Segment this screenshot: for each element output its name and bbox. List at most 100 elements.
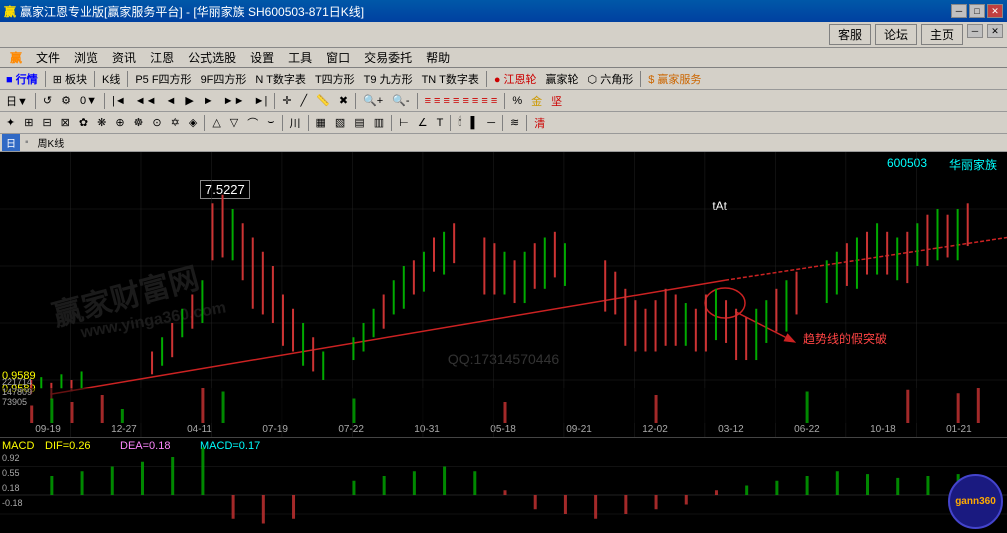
tb-shape3[interactable]: ⌒: [243, 113, 262, 133]
tb-p5f4[interactable]: P5 F四方形: [131, 69, 195, 89]
tb-board[interactable]: ⊞ 板块: [49, 69, 91, 89]
tb-grid1[interactable]: ▦: [312, 114, 330, 131]
menu-file[interactable]: 文件: [30, 47, 66, 68]
separator: [104, 93, 105, 109]
tb-gann1[interactable]: 川: [286, 113, 305, 133]
tb-ruler[interactable]: 📏: [312, 92, 334, 109]
service-buttons-bar: 客服 论坛 主页 ─ ✕: [0, 22, 1007, 48]
tb-angle[interactable]: ∠: [414, 114, 432, 131]
tb-gold[interactable]: 金: [527, 91, 546, 111]
tb-grid2[interactable]: ▧: [331, 114, 349, 131]
forum-button[interactable]: 论坛: [875, 24, 917, 45]
tb-draw11[interactable]: ◈: [185, 114, 201, 131]
tb-win-service[interactable]: $ 赢家服务: [644, 69, 705, 89]
tb-draw1[interactable]: ✦: [2, 114, 19, 131]
tb-shape4[interactable]: ⌣: [263, 114, 278, 131]
menu-news[interactable]: 资讯: [106, 47, 142, 68]
tb-grid3[interactable]: ▤: [350, 114, 368, 131]
tb-t9[interactable]: T9 九方形: [360, 69, 417, 89]
vol-label-1: 221714: [2, 377, 32, 387]
tb-nav-end[interactable]: ►|: [250, 93, 272, 109]
tb-line2[interactable]: ─: [483, 115, 499, 131]
tb-kline[interactable]: K线: [98, 69, 124, 89]
tb-draw10[interactable]: ✡: [167, 114, 184, 131]
kline-chart[interactable]: 赢家财富网 www.yinga360.com 600503 华丽家族 7.522…: [0, 152, 1007, 437]
secondary-toolbar: 日▼ ↺ ⚙ 0▼ |◄ ◄◄ ◄ ▶ ► ►► ►| ✛ ╱ 📏 ✖ 🔍+ 🔍…: [0, 90, 1007, 112]
menu-settings[interactable]: 设置: [244, 47, 280, 68]
menu-bar: 赢 文件 浏览 资讯 江恩 公式选股 设置 工具 窗口 交易委托 帮助: [0, 48, 1007, 68]
tb-hexagon[interactable]: ⬡ 六角形: [584, 69, 638, 89]
home-button[interactable]: 主页: [921, 24, 963, 45]
menu-browse[interactable]: 浏览: [68, 47, 104, 68]
tb-close-button[interactable]: ✕: [987, 24, 1003, 38]
chart-container: 赢家财富网 www.yinga360.com 600503 华丽家族 7.522…: [0, 152, 1007, 533]
tb-num[interactable]: 0▼: [76, 93, 101, 109]
maximize-button[interactable]: □: [969, 4, 985, 18]
tb-shape1[interactable]: △: [208, 114, 224, 131]
close-button[interactable]: ✕: [987, 4, 1003, 18]
tb-quotes[interactable]: ■ 行情: [2, 69, 42, 89]
window-controls[interactable]: ─ □ ✕: [951, 4, 1003, 18]
tb-win-wheel[interactable]: 赢家轮: [542, 69, 583, 89]
tb-cross[interactable]: ✛: [278, 92, 295, 109]
separator: [450, 115, 451, 131]
tb-measure[interactable]: ⊢: [395, 114, 413, 131]
tb-delete[interactable]: ✖: [335, 92, 352, 109]
tb-t4[interactable]: T四方形: [311, 69, 359, 89]
menu-help[interactable]: 帮助: [420, 47, 456, 68]
tb-draw8[interactable]: ☸: [130, 114, 148, 131]
tb-draw2[interactable]: ⊞: [20, 114, 37, 131]
menu-win-icon[interactable]: 赢: [4, 47, 28, 68]
tb-draw7[interactable]: ⊕: [111, 114, 128, 131]
tb-tn[interactable]: TN T数字表: [418, 69, 483, 89]
gann360-logo: gann360: [948, 474, 1003, 529]
tb-draw4[interactable]: ⊠: [57, 114, 74, 131]
tb-percent[interactable]: %: [508, 93, 526, 109]
separator: [417, 93, 418, 109]
period-day[interactable]: 日: [2, 134, 20, 151]
separator: [526, 115, 527, 131]
main-toolbar: ■ 行情 ⊞ 板块 K线 P5 F四方形 9F四方形 N T数字表 T四方形 T…: [0, 68, 1007, 90]
tb-more-tools[interactable]: ≡ ≡ ≡ ≡ ≡ ≡ ≡ ≡: [421, 93, 502, 109]
tb-nav-start[interactable]: |◄: [108, 93, 130, 109]
menu-formula[interactable]: 公式选股: [182, 47, 242, 68]
macd-chart[interactable]: MACD DIF=0.26 DEA=0.18 MACD=0.17 0.92 0.…: [0, 437, 1007, 533]
menu-window[interactable]: 窗口: [320, 47, 356, 68]
tb-9f4[interactable]: 9F四方形: [197, 69, 251, 89]
tb-draw9[interactable]: ⊙: [148, 114, 165, 131]
tb-draw3[interactable]: ⊟: [38, 114, 55, 131]
minimize-button[interactable]: ─: [951, 4, 967, 18]
tb-nav-prev[interactable]: ◄: [162, 93, 181, 109]
tb-fib[interactable]: ≋: [506, 114, 523, 131]
menu-trading[interactable]: 交易委托: [358, 47, 418, 68]
tb-zoom-out[interactable]: 🔍-: [388, 92, 413, 109]
tb-bar[interactable]: ▌: [466, 115, 482, 131]
tb-candle[interactable]: 🕯: [454, 114, 465, 131]
tb-draw5[interactable]: ✿: [75, 114, 92, 131]
tb-setting2[interactable]: ⚙: [57, 92, 75, 109]
tb-nav-next[interactable]: ►: [199, 93, 218, 109]
vol-label-2: 147809: [2, 387, 32, 397]
tb-more2[interactable]: 坚: [547, 91, 566, 111]
separator: [45, 71, 46, 87]
tb-text[interactable]: T: [433, 115, 448, 131]
tb-draw6[interactable]: ❋: [93, 114, 110, 131]
tb-refresh[interactable]: ↺: [39, 92, 56, 109]
tb-day[interactable]: 日▼: [2, 91, 32, 111]
tb-minimize-button[interactable]: ─: [967, 24, 983, 38]
service-button[interactable]: 客服: [829, 24, 871, 45]
tb-nav-prev-page[interactable]: ◄◄: [131, 93, 161, 109]
tb-nav-next-page[interactable]: ►►: [219, 93, 249, 109]
period-week[interactable]: 周K线: [34, 134, 69, 151]
tb-nav-play[interactable]: ▶: [181, 92, 197, 109]
tb-shape2[interactable]: ▽: [226, 114, 242, 131]
tb-nt[interactable]: N T数字表: [251, 69, 310, 89]
tb-grid4[interactable]: ▥: [370, 114, 388, 131]
menu-tools[interactable]: 工具: [282, 47, 318, 68]
tb-line[interactable]: ╱: [297, 92, 312, 109]
macd-svg: [0, 438, 1007, 533]
tb-jianen-wheel[interactable]: ● 江恩轮: [490, 69, 541, 89]
tb-zoom-in[interactable]: 🔍+: [359, 92, 387, 109]
menu-jianen[interactable]: 江恩: [144, 47, 180, 68]
tb-clear-all[interactable]: 清: [530, 113, 549, 133]
